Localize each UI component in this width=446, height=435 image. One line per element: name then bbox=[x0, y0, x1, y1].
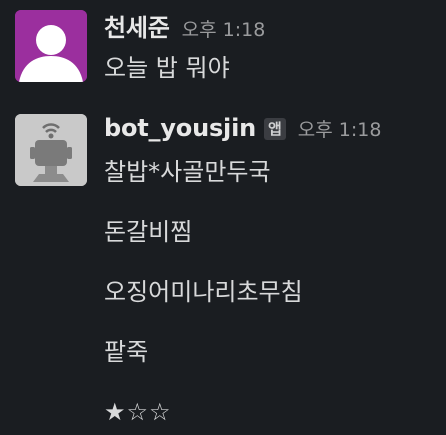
message-text: 팥죽 bbox=[104, 338, 149, 366]
message-text: 돈갈비찜 bbox=[104, 218, 193, 246]
app-badge: 앱 bbox=[263, 118, 286, 140]
user-silhouette-icon bbox=[15, 10, 87, 82]
message-header: bot_yousjin 앱 오후 1:18 bbox=[104, 114, 381, 144]
author-name[interactable]: 천세준 bbox=[104, 8, 170, 43]
message-text: 오늘 밥 뭐야 bbox=[104, 54, 230, 82]
message-text: 오징어미나리초무침 bbox=[104, 278, 303, 306]
message-text: 찰밥*사골만두국 bbox=[104, 158, 271, 186]
robot-icon bbox=[15, 114, 87, 186]
author-name[interactable]: bot_yousjin bbox=[104, 114, 256, 142]
bot-avatar[interactable] bbox=[15, 114, 87, 186]
message-timestamp[interactable]: 오후 1:18 bbox=[182, 15, 266, 42]
message-timestamp[interactable]: 오후 1:18 bbox=[298, 115, 382, 142]
user-avatar[interactable] bbox=[15, 10, 87, 82]
message-header: 천세준 오후 1:18 bbox=[104, 8, 265, 42]
rating-stars: ★☆☆ bbox=[104, 398, 172, 426]
